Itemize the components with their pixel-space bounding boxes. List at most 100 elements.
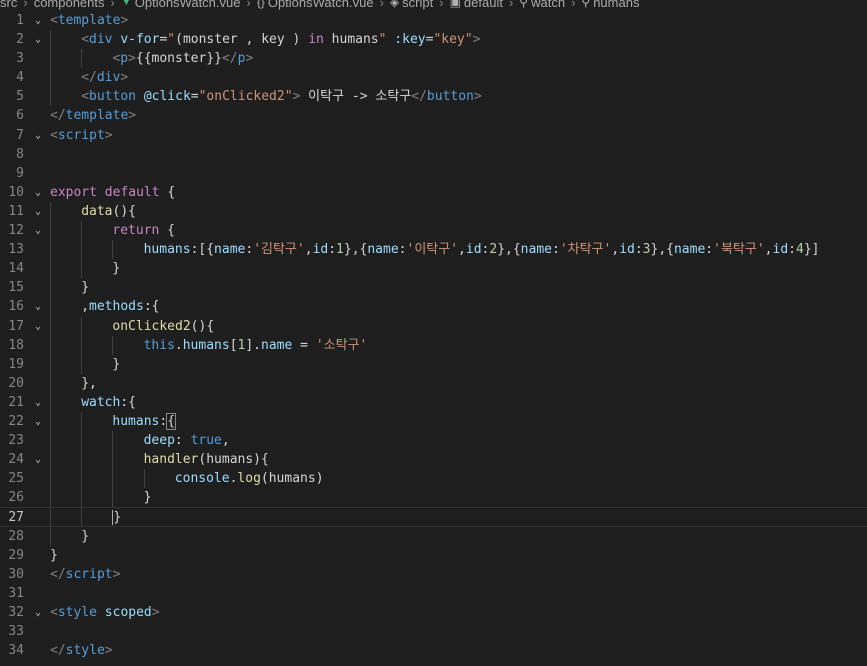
code-token: :[{ [190,242,215,258]
code-token: : [174,433,191,449]
code-line[interactable]: 34 </style> [0,641,867,660]
code-line[interactable]: 12 ⌄ return { [0,221,867,241]
code-line[interactable]: 29} [0,546,867,565]
breadcrumb-item-watch[interactable]: ⚲ watch [519,0,565,10]
fold-chevron-icon[interactable]: ⌄ [32,183,44,202]
indent-guide [50,297,51,317]
indent-guide [112,240,114,260]
code-line[interactable]: 1 ⌄ <template> [0,11,867,30]
code-line[interactable]: 8 [0,145,867,164]
code-token: </ [81,70,97,86]
code-token: = [292,337,316,353]
chevron-right-icon: › [110,0,115,10]
wrench-icon: ⚲ [581,0,591,9]
code-text: this.humans[1].name = '소탁구' [144,336,368,355]
code-line[interactable]: 2 ⌄ <div v-for="(monster , key ) in humans… [0,30,867,50]
code-line[interactable]: 32 ⌄ <style scoped> [0,603,867,622]
code-line[interactable]: 18 this.humans[1].name = '소탁구' [0,335,867,355]
code-line[interactable]: 21 ⌄ watch:{ [0,392,867,412]
fold-chevron-icon[interactable]: ⌄ [32,603,44,622]
line-number: 25 [8,471,24,487]
code-line[interactable]: 24 ⌄ handler(humans){ [0,450,867,470]
breadcrumb-item-src[interactable]: src [0,0,17,10]
code-text: export default { [50,183,175,202]
indent-guide [50,49,51,69]
code-text: } [81,278,89,297]
code-line[interactable]: 20}, [0,373,867,393]
code-line[interactable]: 33 [0,622,867,641]
code-line[interactable]: 10 ⌄ export default { [0,183,867,202]
code-line[interactable]: 5 <button @click="onClicked2"> 이탁구 -> 소탁구… [0,87,867,107]
code-line[interactable]: 17 ⌄ onClicked2(){ [0,316,867,336]
code-token: [ [229,337,238,353]
code-token: . [174,337,183,353]
fold-chevron-icon[interactable]: ⌄ [32,393,44,412]
code-token: > [245,51,254,67]
code-line[interactable]: 25 console.log(humans) [0,469,867,489]
code-token: < [81,32,90,48]
fold-chevron-icon[interactable]: ⌄ [32,297,44,316]
fold-chevron-icon[interactable]: ⌄ [32,412,44,431]
code-line[interactable]: 9 [0,164,867,183]
fold-chevron-icon[interactable]: ⌄ [32,30,44,49]
code-token: {{monster}} [135,51,222,67]
code-token: this [143,337,175,353]
fold-chevron-icon[interactable]: ⌄ [32,450,44,469]
code-token: = [190,89,199,105]
code-line[interactable]: 6 </template> [0,106,867,125]
code-token: data [81,203,113,219]
code-line[interactable]: 19} [0,354,867,374]
code-token: , [458,242,466,258]
code-line[interactable]: 3 <p>{{monster}}</p> [0,49,867,69]
code-token: > [120,70,129,86]
code-token: div [96,70,121,86]
code-line[interactable]: 31 [0,584,867,603]
code-token: button [426,89,474,105]
line-number: 10 [8,184,24,200]
code-line[interactable]: 14} [0,259,867,279]
breadcrumb-item-script[interactable]: ◈ script [390,0,433,10]
code-token: humans [143,242,191,258]
code-line[interactable]: 26} [0,488,867,508]
code-token: </ [50,566,66,582]
code-line[interactable]: 30 </script> [0,565,867,584]
code-line[interactable]: 16 ⌄ ,methods:{ [0,297,867,317]
indent-guide [50,278,51,298]
code-token: > [104,127,113,143]
code-token: id [772,242,789,258]
code-token: name [367,242,399,258]
code-token: > [120,13,129,28]
code-token: > [128,108,137,124]
code-token: in [308,32,324,48]
code-line[interactable]: 13 humans:[{name:'김탁구',id:1},{name:'이탁구',… [0,240,867,260]
breadcrumb-item-humans[interactable]: ⚲ humans [581,0,639,10]
fold-chevron-icon[interactable]: ⌄ [32,202,44,221]
fold-chevron-icon[interactable]: ⌄ [32,11,44,30]
breadcrumb-item-components[interactable]: components [34,0,105,10]
indent-guide [81,508,83,526]
code-token: 2 [489,242,498,258]
indent-guide [81,354,83,374]
code-text: </style> [50,641,113,660]
code-line[interactable]: 4 </div> [0,68,867,88]
code-line[interactable]: 7 ⌄ <script> [0,126,867,145]
code-line[interactable]: 15} [0,278,867,298]
code-line[interactable]: 23 deep: true, [0,431,867,451]
fold-chevron-icon[interactable]: ⌄ [32,126,44,145]
breadcrumb-item-file[interactable]: ▼ OptionsWatch.vue [121,0,241,10]
line-number: 2 [16,32,24,48]
fold-chevron-icon[interactable]: ⌄ [32,317,44,336]
breadcrumb-item-default[interactable]: ▣ default [450,0,503,10]
line-number: 3 [16,51,24,67]
code-line[interactable]: 28} [0,526,867,546]
code-token: scoped [104,604,152,620]
code-text: ,methods:{ [81,297,159,316]
fold-chevron-icon[interactable]: ⌄ [32,221,44,240]
code-line[interactable]: 11 ⌄ data(){ [0,201,867,222]
code-editor[interactable]: 1 ⌄ <template> 2 ⌄ <div v-for="(monster , key… [0,11,867,660]
code-token: ]. [245,337,262,353]
code-line[interactable]: 27} [0,507,867,527]
code-token: humans [182,337,230,353]
breadcrumb-item-file-symbol[interactable]: {} OptionsWatch.vue [257,0,374,10]
code-line[interactable]: 22 ⌄ humans:{ [0,411,867,432]
